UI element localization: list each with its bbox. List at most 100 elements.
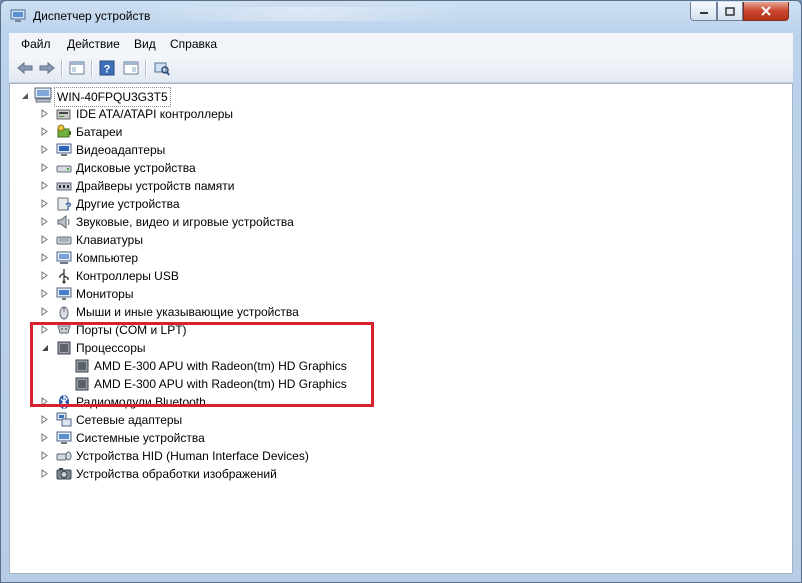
tree-category-hid[interactable]: Устройства HID (Human Interface Devices) xyxy=(10,447,410,465)
tree-category-keyboards[interactable]: Клавиатуры xyxy=(10,231,410,249)
expand-arrow-icon[interactable] xyxy=(40,451,49,460)
close-icon xyxy=(761,6,771,16)
tree-category-label: Видеоадаптеры xyxy=(76,143,166,157)
maximize-button[interactable] xyxy=(717,2,743,21)
device-tree: WIN-40FPQU3G3T5 IDE ATA/ATAPI контроллер… xyxy=(10,84,792,573)
memory-driver-icon xyxy=(56,182,72,191)
tree-category-label: Мыши и иные указывающие устройства xyxy=(76,305,299,319)
tree-category-label: Батареи xyxy=(76,125,123,139)
keyboard-icon xyxy=(56,236,72,245)
toolbar-separator xyxy=(91,60,93,77)
tree-category-label: Компьютер xyxy=(76,251,139,265)
tree-category-batteries[interactable]: Батареи xyxy=(10,123,410,141)
svg-text:?: ? xyxy=(104,64,111,76)
tree-category-monitors[interactable]: Мониторы xyxy=(10,285,410,303)
expand-arrow-icon[interactable] xyxy=(40,307,49,316)
tree-category-display-adapters[interactable]: Видеоадаптеры xyxy=(10,141,410,159)
title-blur xyxy=(151,7,461,21)
tree-category-usb[interactable]: Контроллеры USB xyxy=(10,267,410,285)
tree-category-label: IDE ATA/ATAPI контроллеры xyxy=(76,107,234,121)
help-button[interactable]: ? xyxy=(97,59,117,77)
tree-category-sound[interactable]: Звуковые, видео и игровые устройства xyxy=(10,213,410,231)
mouse-icon xyxy=(59,306,69,320)
speaker-icon xyxy=(57,214,70,230)
properties-icon xyxy=(123,61,139,75)
title-bar[interactable]: Диспетчер устройств xyxy=(1,1,801,32)
battery-icon xyxy=(57,124,71,138)
back-arrow-icon xyxy=(17,62,33,74)
expand-arrow-icon[interactable] xyxy=(40,181,49,190)
expand-arrow-icon[interactable] xyxy=(40,109,49,118)
console-tree-button[interactable] xyxy=(67,59,87,77)
tree-category-ide[interactable]: IDE ATA/ATAPI контроллеры xyxy=(10,105,410,123)
tree-category-label: Звуковые, видео и игровые устройства xyxy=(76,215,294,229)
tree-category-imaging[interactable]: Устройства обработки изображений xyxy=(10,465,410,483)
expand-arrow-icon[interactable] xyxy=(40,217,49,226)
expand-arrow-icon[interactable] xyxy=(40,271,49,280)
menu-file[interactable]: Файл xyxy=(21,37,51,51)
expand-arrow-icon[interactable] xyxy=(40,199,49,208)
expand-arrow-icon[interactable] xyxy=(40,253,49,262)
close-button[interactable] xyxy=(743,2,789,21)
maximize-icon xyxy=(725,6,735,16)
properties-button[interactable] xyxy=(121,59,141,77)
tree-category-label: Сетевые адаптеры xyxy=(76,413,183,427)
monitor-icon xyxy=(56,287,72,300)
expand-arrow-icon[interactable] xyxy=(40,415,49,424)
usb-icon xyxy=(59,269,69,284)
computer-icon xyxy=(56,251,72,264)
device-manager-icon xyxy=(10,9,26,22)
expand-arrow-icon[interactable] xyxy=(40,433,49,442)
tree-root-label: WIN-40FPQU3G3T5 xyxy=(54,87,171,107)
expand-arrow-icon[interactable] xyxy=(40,469,49,478)
device-tree-panel: WIN-40FPQU3G3T5 IDE ATA/ATAPI контроллер… xyxy=(9,83,793,574)
console-tree-icon xyxy=(69,61,85,75)
toolbar-separator xyxy=(145,60,147,77)
computer-icon xyxy=(34,87,52,103)
tree-category-computer[interactable]: Компьютер xyxy=(10,249,410,267)
tree-category-label: Системные устройства xyxy=(76,431,205,445)
tree-category-label: Контроллеры USB xyxy=(76,269,179,283)
tree-category-label: Клавиатуры xyxy=(76,233,143,247)
tree-category-system-devices[interactable]: Системные устройства xyxy=(10,429,410,447)
collapse-arrow-icon[interactable] xyxy=(20,91,29,100)
camera-icon xyxy=(56,468,72,480)
expand-arrow-icon[interactable] xyxy=(40,289,49,298)
expand-arrow-icon[interactable] xyxy=(40,127,49,136)
expand-arrow-icon[interactable] xyxy=(40,145,49,154)
disk-drive-icon xyxy=(56,165,72,173)
tree-category-disk-drives[interactable]: Дисковые устройства xyxy=(10,159,410,177)
minimize-icon xyxy=(699,12,708,14)
tree-category-label: Устройства HID (Human Interface Devices) xyxy=(76,449,309,463)
display-adapter-icon xyxy=(56,143,72,156)
expand-arrow-icon[interactable] xyxy=(40,235,49,244)
menu-action[interactable]: Действие xyxy=(67,37,120,51)
tree-category-label: Мониторы xyxy=(76,287,134,301)
toolbar-separator xyxy=(61,60,63,77)
tree-category-memory-drivers[interactable]: Драйверы устройств памяти xyxy=(10,177,410,195)
window-title: Диспетчер устройств xyxy=(33,9,151,23)
forward-button[interactable] xyxy=(37,59,57,77)
menu-bar: Файл Действие Вид Справка xyxy=(9,33,793,55)
forward-arrow-icon xyxy=(39,62,55,74)
unknown-device-icon: ? xyxy=(57,197,72,212)
minimize-button[interactable] xyxy=(690,2,717,21)
scan-hardware-button[interactable] xyxy=(152,59,172,77)
svg-text:?: ? xyxy=(65,201,72,212)
tree-category-network[interactable]: Сетевые адаптеры xyxy=(10,411,410,429)
help-icon: ? xyxy=(99,60,115,76)
menu-help[interactable]: Справка xyxy=(170,37,217,51)
back-button[interactable] xyxy=(15,59,35,77)
device-manager-window: Диспетчер устройств Файл Действие Вид Сп… xyxy=(0,0,802,583)
tree-category-label: Дисковые устройства xyxy=(76,161,196,175)
hid-icon xyxy=(56,451,72,461)
tree-category-mice[interactable]: Мыши и иные указывающие устройства xyxy=(10,303,410,321)
tree-root[interactable]: WIN-40FPQU3G3T5 xyxy=(10,87,410,107)
menu-view[interactable]: Вид xyxy=(134,37,156,51)
toolbar: ? xyxy=(9,55,793,83)
scan-hardware-icon xyxy=(154,62,170,76)
expand-arrow-icon[interactable] xyxy=(40,163,49,172)
tree-category-label: Другие устройства xyxy=(76,197,180,211)
tree-category-other-devices[interactable]: ? Другие устройства xyxy=(10,195,410,213)
tree-category-label: Устройства обработки изображений xyxy=(76,467,277,481)
